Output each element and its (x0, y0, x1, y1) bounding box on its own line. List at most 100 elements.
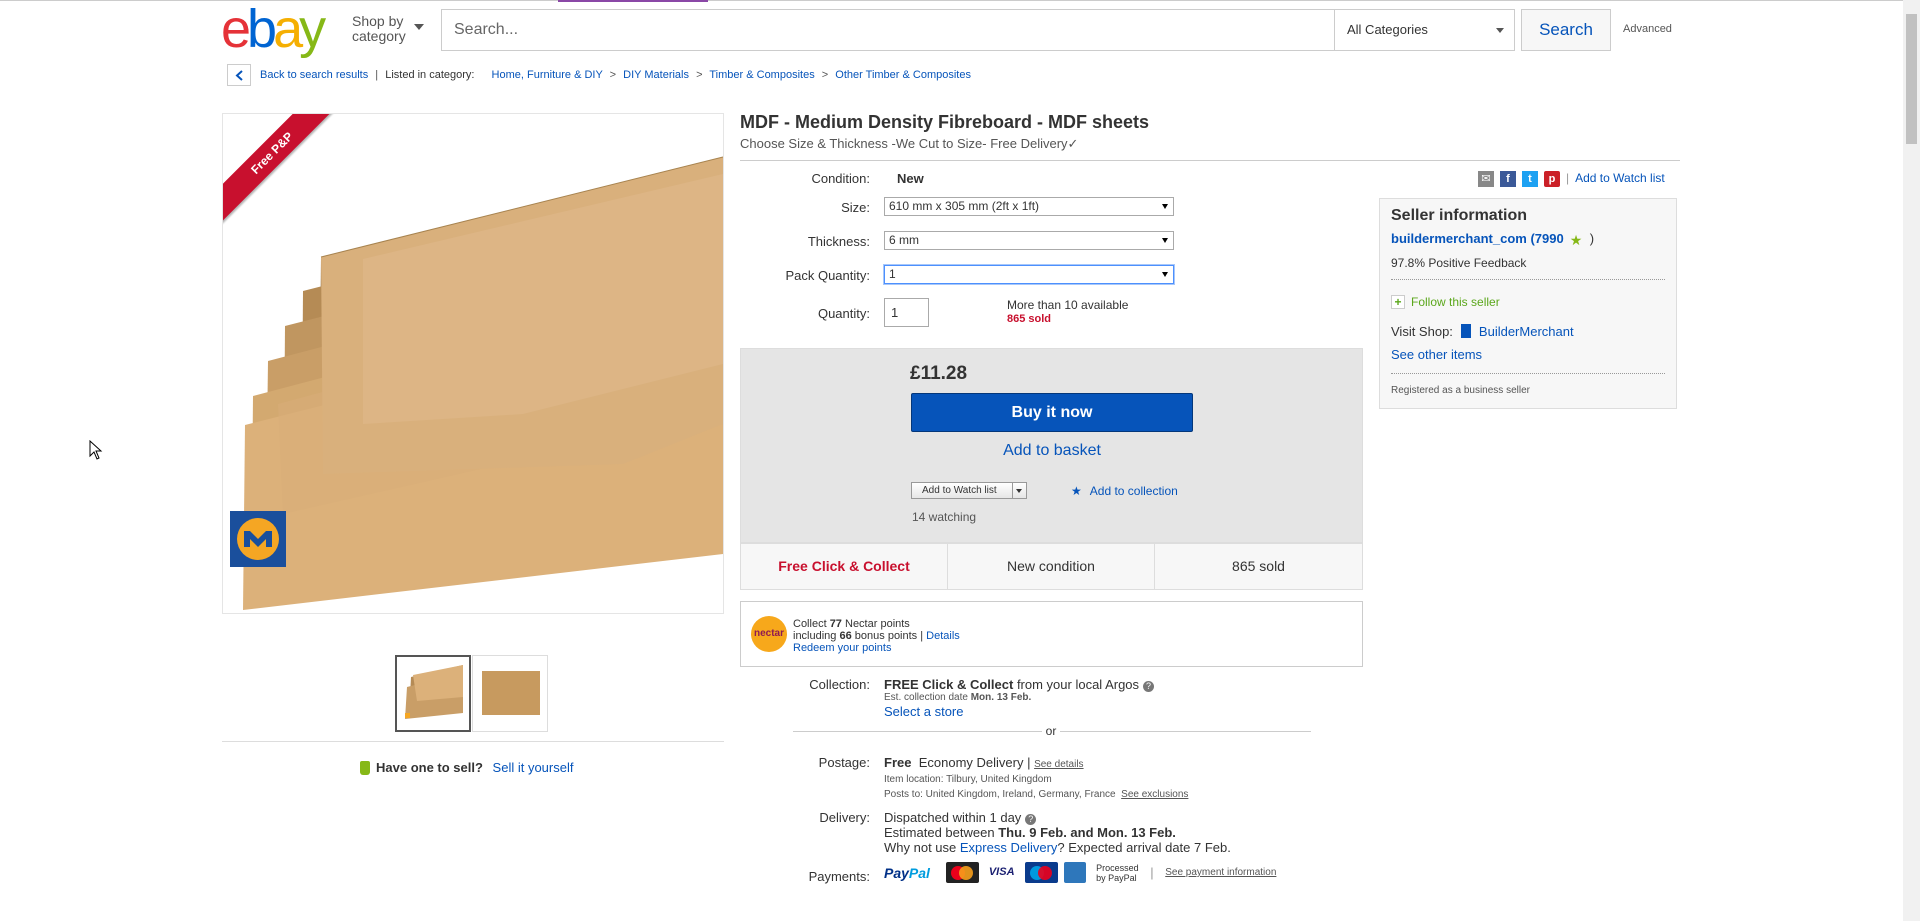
paypal-logo: PayPal (884, 864, 930, 881)
condition-value: New (897, 171, 924, 186)
pack-quantity-select[interactable]: 1 (884, 265, 1174, 284)
redeem-points-link[interactable]: Redeem your points (793, 642, 891, 654)
quantity-label: Quantity: (817, 306, 870, 321)
category-select[interactable]: All Categories (1335, 10, 1514, 50)
watching-count: 14 watching (912, 510, 977, 524)
sold-highlight: 865 sold (1232, 558, 1285, 574)
sell-it-yourself-link[interactable]: Sell it yourself (493, 760, 574, 775)
delivery-label: Delivery: (819, 810, 870, 825)
add-to-watch-list-link[interactable]: Add to Watch list (1575, 171, 1665, 185)
follow-seller-link[interactable]: + Follow this seller (1391, 295, 1500, 309)
search-button[interactable]: Search (1521, 9, 1611, 51)
search-input[interactable] (442, 10, 1335, 50)
mdf-swatch (482, 671, 540, 715)
shop-name-link[interactable]: BuilderMerchant (1479, 324, 1574, 339)
thickness-select[interactable]: 6 mm (884, 231, 1174, 250)
facebook-icon[interactable]: f (1500, 171, 1516, 187)
item-subtitle: Choose Size & Thickness -We Cut to Size-… (740, 136, 1079, 151)
chevron-down-icon (414, 24, 424, 30)
star-icon: ★ (1071, 484, 1082, 498)
scrollbar-thumb[interactable] (1906, 14, 1917, 144)
seller-name-link[interactable]: buildermerchant_com (1391, 231, 1527, 246)
thumbnail-2[interactable] (472, 655, 548, 732)
help-icon[interactable]: ? (1143, 681, 1155, 692)
see-details-link[interactable]: See details (1034, 759, 1083, 770)
express-delivery-link[interactable]: Express Delivery (960, 840, 1058, 855)
seller-information-panel: Seller information buildermerchant_com (… (1379, 198, 1677, 409)
pack-quantity-label: Pack Quantity: (785, 268, 870, 283)
mdf-sheets-image (223, 114, 723, 613)
sold-count: 865 sold (1007, 313, 1052, 325)
help-icon[interactable]: ? (1025, 814, 1037, 825)
visa-icon: VISA (985, 862, 1019, 883)
mouse-cursor-icon (89, 440, 103, 460)
see-exclusions-link[interactable]: See exclusions (1121, 789, 1188, 800)
email-icon[interactable]: ✉ (1478, 171, 1494, 187)
nectar-logo-icon: nectar (751, 616, 787, 652)
positive-feedback: 97.8% Positive Feedback (1391, 256, 1527, 270)
ebay-logo[interactable]: ebay (221, 2, 341, 56)
listed-in-label: Listed in category: (385, 69, 475, 81)
nectar-box: nectar Collect 77 Nectar points includin… (740, 601, 1363, 667)
back-arrow-button[interactable] (227, 64, 251, 86)
search-bar: All Categories (441, 9, 1515, 51)
dropdown-arrow-icon (1162, 238, 1168, 243)
collection-info: FREE Click & Collect from your local Arg… (884, 677, 1155, 719)
free-click-collect-highlight: Free Click & Collect (741, 544, 948, 589)
collection-label: Collection: (809, 677, 870, 692)
thumbnail-strip (395, 655, 548, 732)
mastercard-icon (945, 862, 979, 883)
breadcrumb-item[interactable]: Home, Furniture & DIY (492, 69, 603, 81)
pinterest-icon[interactable]: p (1544, 171, 1560, 187)
chevron-down-icon (1496, 28, 1504, 33)
item-title: MDF - Medium Density Fibreboard - MDF sh… (740, 112, 1150, 132)
thickness-label: Thickness: (807, 234, 870, 249)
divider (740, 160, 1680, 161)
top-accent (558, 0, 708, 2)
add-to-watch-list-button[interactable]: Add to Watch list (911, 482, 1027, 499)
maestro-icon (1024, 862, 1058, 883)
shop-icon (1460, 324, 1471, 338)
breadcrumb-item[interactable]: Other Timber & Composites (835, 69, 971, 81)
divider (222, 741, 724, 742)
price-tag-icon (360, 761, 370, 775)
vertical-scrollbar[interactable] (1903, 0, 1920, 921)
or-separator: or (1042, 724, 1060, 738)
postage-info: Free Economy Delivery | See details Item… (884, 755, 1189, 800)
plus-icon: + (1391, 295, 1405, 309)
postage-label: Postage: (818, 755, 870, 770)
chevron-down-icon[interactable] (1012, 483, 1026, 498)
breadcrumb: Back to search results | Listed in categ… (260, 69, 971, 81)
chevron-left-icon (235, 70, 243, 81)
size-select[interactable]: 610 mm x 305 mm (2ft x 1ft) (884, 197, 1174, 216)
breadcrumb-item[interactable]: DIY Materials (623, 69, 689, 81)
payment-information-link[interactable]: See payment information (1165, 867, 1276, 878)
price: £11.28 (910, 363, 968, 384)
breadcrumb-item[interactable]: Timber & Composites (709, 69, 814, 81)
quantity-input[interactable] (884, 298, 929, 327)
category-label: category (352, 28, 406, 44)
visit-shop: Visit Shop: BuilderMerchant (1391, 324, 1574, 339)
builder-merchant-logo (230, 511, 286, 567)
dropdown-arrow-icon (1162, 272, 1168, 277)
add-to-basket-button[interactable]: Add to basket (911, 438, 1193, 464)
shop-by-category-button[interactable]: Shop by category (352, 14, 427, 44)
sell-yours-row: Have one to sell? Sell it yourself (360, 760, 573, 775)
size-label: Size: (841, 200, 870, 215)
twitter-icon[interactable]: t (1522, 171, 1538, 187)
select-store-link[interactable]: Select a store (884, 704, 964, 719)
thumbnail-1[interactable] (395, 655, 471, 732)
processed-by-paypal: Processed by PayPal (1096, 862, 1139, 883)
feedback-count-link[interactable]: (7990 (1530, 231, 1563, 246)
add-to-collection-link[interactable]: ★ Add to collection (1071, 484, 1178, 498)
advanced-search-link[interactable]: Advanced (1623, 23, 1672, 35)
dropdown-arrow-icon (1162, 204, 1168, 209)
see-other-items-link[interactable]: See other items (1391, 347, 1482, 362)
buy-it-now-button[interactable]: Buy it now (911, 393, 1193, 432)
business-seller-note: Registered as a business seller (1391, 385, 1530, 396)
back-to-search-link[interactable]: Back to search results (260, 69, 368, 81)
main-product-image[interactable]: Free P&P (222, 113, 724, 614)
nectar-details-link[interactable]: Details (926, 630, 960, 642)
payments-label: Payments: (808, 869, 870, 884)
dotted-divider (1391, 373, 1665, 374)
